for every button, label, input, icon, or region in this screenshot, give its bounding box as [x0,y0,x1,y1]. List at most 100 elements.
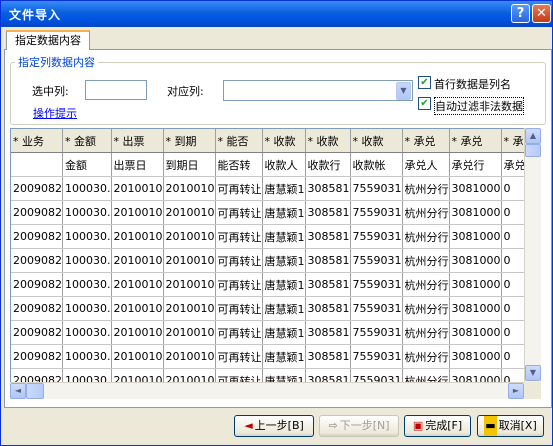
table-cell[interactable]: 2010010 [163,176,216,201]
table-cell[interactable]: 2009082 [11,296,63,321]
table-cell[interactable]: 0 [501,296,524,321]
mapped-column-select[interactable]: ▼ [223,80,413,101]
table-cell[interactable]: 可再转让 [215,248,263,273]
column-header[interactable]: * 收款 [350,129,403,153]
close-button[interactable]: ✕ [532,4,551,23]
table-cell[interactable]: 2010010 [111,248,164,273]
table-cell[interactable]: 2010010 [163,224,216,249]
table-row[interactable]: 2009082 100030. 2010010 2010010 可再转让 唐慧颖1 3085… [11,272,524,297]
table-cell[interactable]: 7559031 [350,176,403,201]
table-cell[interactable]: 杭州分行 [402,272,450,297]
table-cell[interactable]: 承兑账 [501,152,524,177]
next-step-button[interactable]: ⇨ 下一步[N] [319,415,399,437]
scroll-down-icon[interactable]: ▼ [525,365,541,381]
first-row-header-checkbox[interactable]: ✔ [418,76,431,89]
table-cell[interactable]: 2009082 [11,344,63,369]
table-cell[interactable]: 3081000 [449,296,502,321]
table-cell[interactable]: 100030. [62,368,112,382]
table-cell[interactable]: 308581 [305,224,351,249]
table-cell[interactable]: 2009082 [11,272,63,297]
table-cell[interactable]: 2010010 [111,296,164,321]
horizontal-scroll-thumb[interactable] [26,383,44,399]
table-cell[interactable]: 2010010 [163,368,216,382]
table-cell[interactable]: 可再转让 [215,200,263,225]
table-cell[interactable]: 3081000 [449,224,502,249]
table-cell[interactable]: 到期日 [163,152,216,177]
table-row[interactable]: 2009082 100030. 2010010 2010010 可再转让 唐慧颖1 3085… [11,248,524,273]
table-row[interactable]: 2009082 100030. 2010010 2010010 可再转让 唐慧颖1 3085… [11,296,524,321]
table-cell[interactable]: 杭州分行 [402,200,450,225]
finish-button[interactable]: ▣ 完成[F] [404,415,471,437]
table-cell[interactable]: 2010010 [163,344,216,369]
table-cell[interactable]: 308581 [305,368,351,382]
table-cell[interactable]: 2010010 [111,200,164,225]
table-cell[interactable]: 唐慧颖1 [262,368,306,382]
table-cell[interactable]: 2010010 [111,368,164,382]
table-cell[interactable]: 2010010 [111,320,164,345]
table-cell[interactable]: 2010010 [163,296,216,321]
scroll-right-icon[interactable]: ► [508,383,524,399]
table-cell[interactable]: 0 [501,320,524,345]
table-cell[interactable]: 2010010 [163,320,216,345]
column-header[interactable]: * 业务 [11,129,63,153]
table-cell[interactable]: 可再转让 [215,176,263,201]
column-header[interactable]: * 承兑 [402,129,450,153]
tab-specify-data-content[interactable]: 指定数据内容 [6,30,90,50]
table-cell[interactable]: 0 [501,344,524,369]
table-cell[interactable]: 3081000 [449,320,502,345]
scroll-left-icon[interactable]: ◄ [10,383,26,399]
table-row[interactable]: 2009082 100030. 2010010 2010010 可再转让 唐慧颖1 3085… [11,200,524,225]
table-cell[interactable]: 杭州分行 [402,344,450,369]
table-cell[interactable]: 0 [501,224,524,249]
table-cell[interactable]: 308581 [305,248,351,273]
table-cell[interactable]: 金额 [62,152,112,177]
filter-invalid-checkbox[interactable]: ✔ [418,97,431,110]
column-header[interactable]: * 承兑 [501,129,524,153]
table-cell[interactable]: 7559031 [350,224,403,249]
table-cell[interactable]: 7559031 [350,272,403,297]
table-cell[interactable]: 308581 [305,296,351,321]
table-cell[interactable]: 7559031 [350,248,403,273]
table-cell[interactable]: 2009082 [11,224,63,249]
table-cell[interactable]: 3081000 [449,248,502,273]
table-cell[interactable]: 2010010 [163,200,216,225]
table-cell[interactable]: 3081000 [449,368,502,382]
table-cell[interactable]: 0 [501,200,524,225]
column-header[interactable]: * 收款 [262,129,306,153]
table-cell[interactable]: 100030. [62,344,112,369]
table-cell[interactable]: 收款人 [262,152,306,177]
column-header[interactable]: * 出票 [111,129,164,153]
table-cell[interactable]: 唐慧颖1 [262,200,306,225]
table-cell[interactable]: 308581 [305,200,351,225]
table-cell[interactable]: 100030. [62,224,112,249]
table-cell[interactable]: 可再转让 [215,344,263,369]
table-cell[interactable]: 2010010 [111,176,164,201]
table-cell[interactable]: 3081000 [449,344,502,369]
table-cell[interactable]: 收款行 [305,152,351,177]
table-cell[interactable]: 承兑行 [449,152,502,177]
operation-help-link[interactable]: 操作提示 [33,105,77,121]
table-cell[interactable]: 3081000 [449,200,502,225]
table-row[interactable]: 2009082 100030. 2010010 2010010 可再转让 唐慧颖1 3085… [11,176,524,201]
selected-column-input[interactable] [85,80,147,100]
table-cell[interactable]: 可再转让 [215,368,263,382]
table-cell[interactable]: 2010010 [111,272,164,297]
vertical-scrollbar[interactable]: ▲ ▼ [524,128,541,383]
table-cell[interactable]: 0 [501,248,524,273]
help-button[interactable]: ? [511,4,530,23]
table-cell[interactable]: 杭州分行 [402,224,450,249]
table-cell[interactable]: 0 [501,176,524,201]
column-header[interactable]: * 收款 [305,129,351,153]
table-cell[interactable]: 7559031 [350,320,403,345]
table-cell[interactable]: 2009082 [11,368,63,382]
table-cell[interactable]: 308581 [305,272,351,297]
scroll-up-icon[interactable]: ▲ [525,128,541,144]
table-cell[interactable]: 可再转让 [215,224,263,249]
table-row[interactable]: 2009082 100030. 2010010 2010010 可再转让 唐慧颖1 3085… [11,368,524,382]
table-cell[interactable]: 0 [501,272,524,297]
table-cell[interactable]: 2010010 [111,224,164,249]
table-cell[interactable]: 2009082 [11,320,63,345]
table-cell[interactable]: 收款帐 [350,152,403,177]
table-cell[interactable]: 承兑人 [402,152,450,177]
horizontal-scrollbar[interactable]: ◄ ► [10,382,525,399]
